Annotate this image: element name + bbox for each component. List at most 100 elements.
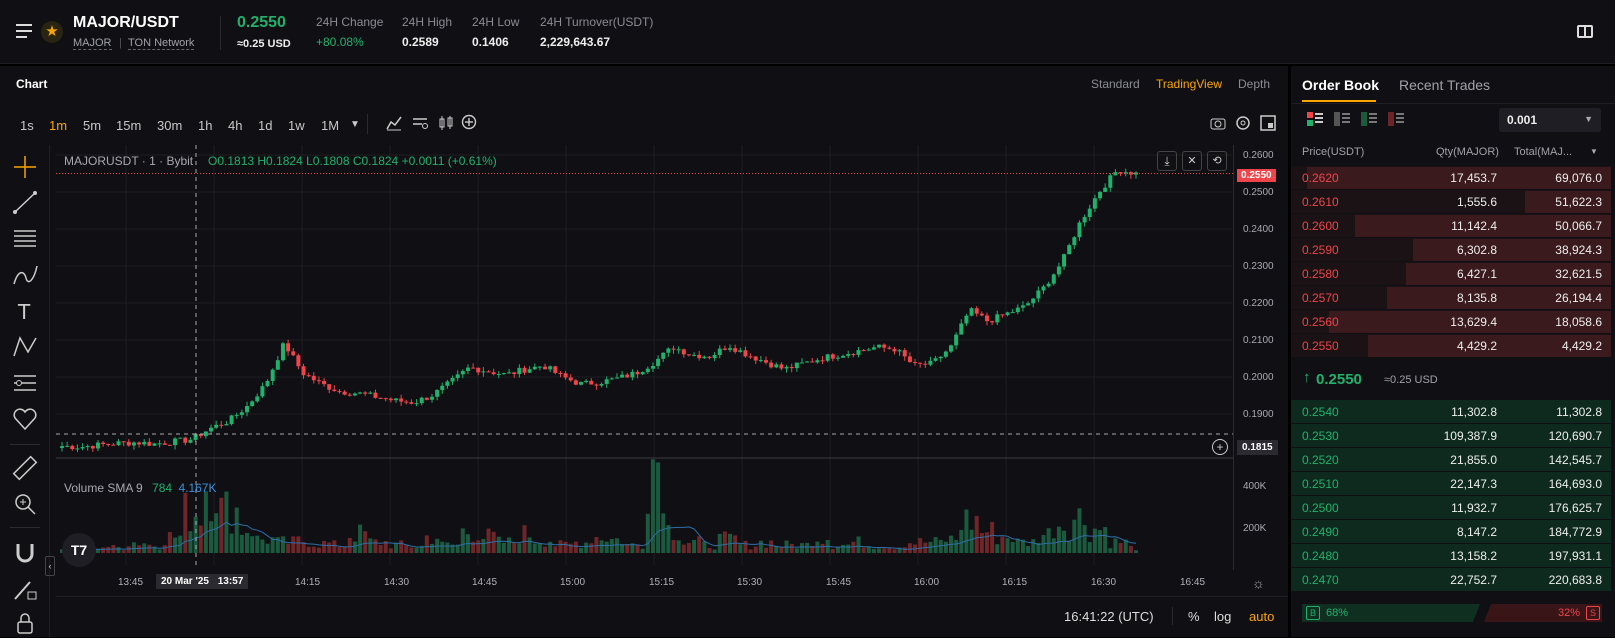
precision-select[interactable]: 0.001 ▼ [1499, 108, 1601, 132]
tf-5m[interactable]: 5m [83, 118, 101, 133]
tab-order-book[interactable]: Order Book [1302, 77, 1379, 93]
reset-scale-button[interactable]: ⟲ [1207, 151, 1227, 171]
candle-body [476, 367, 481, 373]
layout-book-icon[interactable] [1577, 25, 1593, 38]
text-tool-icon[interactable]: T [10, 296, 40, 326]
tf-1m[interactable]: 1m [49, 118, 67, 133]
ask-row[interactable]: 0.2560 13,629.4 18,058.6 [1291, 310, 1611, 333]
candle-body [178, 437, 183, 439]
add-icon[interactable] [461, 114, 477, 130]
ask-row[interactable]: 0.2610 1,555.6 51,622.3 [1291, 190, 1611, 213]
sort-icon[interactable]: ▼ [1590, 147, 1598, 156]
bid-total: 120,690.7 [1548, 429, 1602, 443]
bid-row[interactable]: 0.2520 21,855.0 142,545.7 [1291, 448, 1611, 471]
candle-body [1072, 237, 1077, 246]
time-axis-settings-icon[interactable]: ☼ [1252, 575, 1265, 591]
heart-icon[interactable] [10, 404, 40, 434]
tab-recent-trades[interactable]: Recent Trades [1399, 77, 1490, 93]
volume-bar [887, 547, 892, 553]
view-depth[interactable]: Depth [1238, 77, 1270, 91]
candle-body [1020, 305, 1025, 308]
candle-body [167, 444, 172, 446]
ask-row[interactable]: 0.2550 4,429.2 4,429.2 [1291, 334, 1611, 357]
col-total[interactable]: Total(MAJ... [1514, 146, 1572, 158]
network-name[interactable]: TON Network [128, 37, 195, 50]
bid-row[interactable]: 0.2500 11,932.7 176,625.7 [1291, 496, 1611, 519]
tf-15m[interactable]: 15m [116, 118, 141, 133]
bid-row[interactable]: 0.2510 22,147.3 164,693.0 [1291, 472, 1611, 495]
bid-row[interactable]: 0.2480 13,158.2 197,931.1 [1291, 544, 1611, 567]
view-standard[interactable]: Standard [1091, 77, 1140, 91]
bid-row[interactable]: 0.2530 109,387.9 120,690.7 [1291, 424, 1611, 447]
ruler-icon[interactable] [10, 453, 40, 483]
ask-row[interactable]: 0.2590 6,302.8 38,924.3 [1291, 238, 1611, 261]
candle-body [142, 441, 147, 445]
zoom-icon[interactable] [10, 489, 40, 519]
trendline-tool-icon[interactable] [10, 188, 40, 218]
tf-1s[interactable]: 1s [20, 118, 34, 133]
candle-body [728, 348, 733, 350]
magnet-icon[interactable] [10, 538, 40, 568]
tf-1M[interactable]: 1M [321, 118, 339, 133]
volume-bar [1067, 540, 1072, 553]
settings-icon[interactable] [1235, 115, 1251, 131]
volume-bar [501, 542, 506, 553]
fullscreen-icon[interactable] [1260, 115, 1276, 131]
collapse-toolbar-button[interactable]: ‹ [45, 556, 55, 576]
lock-drawing-icon[interactable] [10, 574, 40, 604]
volume-bar [871, 548, 876, 553]
volume-bar [1010, 541, 1015, 553]
collapse-button[interactable]: ✕ [1182, 151, 1202, 171]
menu-icon[interactable] [16, 24, 32, 38]
ask-row[interactable]: 0.2580 6,427.1 32,621.5 [1291, 262, 1611, 285]
bid-row[interactable]: 0.2490 8,147.2 184,772.9 [1291, 520, 1611, 543]
ask-row[interactable]: 0.2600 11,142.4 50,066.7 [1291, 214, 1611, 237]
scale-log-button[interactable]: log [1214, 609, 1231, 624]
pair-title[interactable]: MAJOR/USDT [73, 14, 179, 32]
candle-body [1046, 283, 1051, 287]
pattern-tool-icon[interactable] [10, 332, 40, 362]
price-chart[interactable] [56, 145, 1246, 590]
camera-icon[interactable] [1210, 116, 1226, 130]
view-tradingview[interactable]: TradingView [1156, 77, 1222, 91]
scroll-down-button[interactable]: ⤓ [1157, 151, 1177, 171]
volume-tick: 200K [1243, 523, 1267, 534]
fib-tool-icon[interactable] [10, 224, 40, 254]
ohlc-change: +0.0011 (+0.61%) [401, 154, 497, 168]
scale-auto-button[interactable]: auto [1249, 609, 1274, 624]
favorite-star-icon[interactable]: ★ [41, 21, 63, 43]
base-name[interactable]: MAJOR [73, 37, 112, 50]
candle-body [954, 334, 959, 346]
view-asks-icon[interactable] [1388, 112, 1404, 126]
ask-row[interactable]: 0.2620 17,453.7 69,076.0 [1291, 166, 1611, 189]
view-bids-icon[interactable] [1361, 112, 1377, 126]
tf-1w[interactable]: 1w [288, 118, 305, 133]
indicators-icon[interactable] [412, 115, 428, 131]
candle-body [799, 362, 804, 364]
candle-body [440, 385, 445, 391]
candle-body [779, 364, 784, 369]
ask-row[interactable]: 0.2570 8,135.8 26,194.4 [1291, 286, 1611, 309]
tf-1h[interactable]: 1h [198, 118, 212, 133]
candle-body [507, 372, 512, 374]
lock-icon[interactable] [10, 608, 40, 638]
view-both-icon[interactable] [1307, 112, 1323, 126]
tf-dropdown-icon[interactable]: ▼ [350, 119, 360, 130]
tf-30m[interactable]: 30m [157, 118, 182, 133]
scale-percent-button[interactable]: % [1188, 609, 1200, 624]
volume-value: 784 [152, 481, 173, 495]
prediction-tool-icon[interactable] [10, 368, 40, 398]
bid-row[interactable]: 0.2540 11,302.8 11,302.8 [1291, 400, 1611, 423]
crosshair-tool-icon[interactable] [10, 152, 40, 182]
tf-4h[interactable]: 4h [228, 118, 242, 133]
bid-row[interactable]: 0.2470 22,752.7 220,683.8 [1291, 568, 1611, 591]
indicator-line-icon[interactable] [386, 115, 402, 131]
add-alert-icon[interactable]: + [1212, 439, 1228, 455]
bid-total: 220,683.8 [1548, 573, 1602, 587]
tf-1d[interactable]: 1d [258, 118, 272, 133]
utc-clock[interactable]: 16:41:22 (UTC) [1064, 609, 1154, 624]
view-bids-asks-icon[interactable] [1334, 112, 1350, 126]
brush-tool-icon[interactable] [10, 260, 40, 290]
volume-bar [311, 546, 316, 553]
candle-type-icon[interactable] [438, 115, 454, 131]
